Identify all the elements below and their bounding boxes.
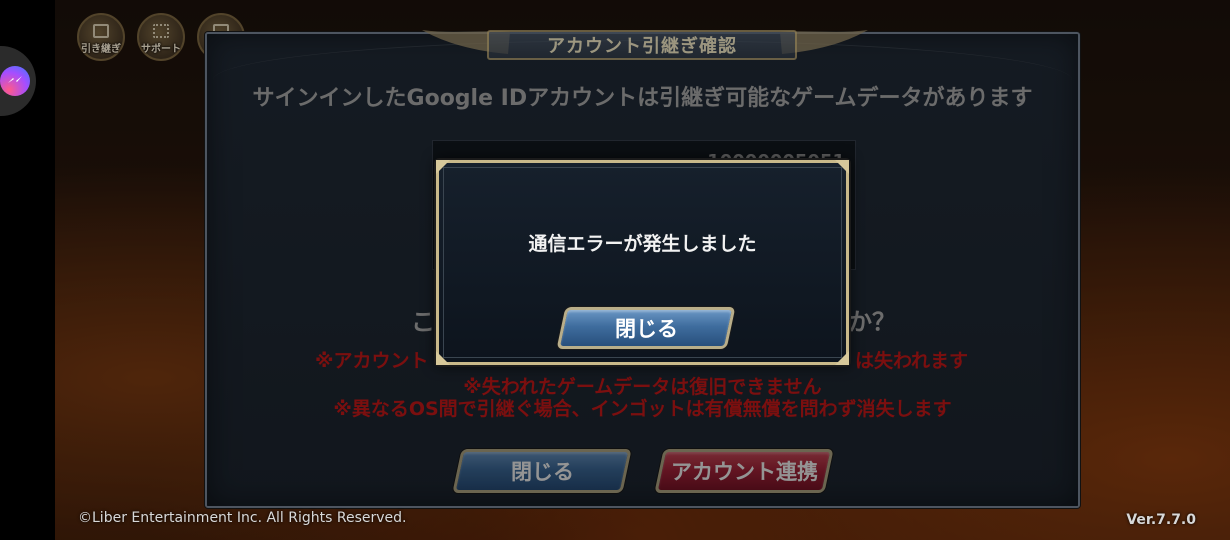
question-text-end: か？ xyxy=(848,308,896,336)
warning-line-3: ※異なるOS間で引継ぐ場合、インゴットは有償無償を問わず消失します xyxy=(333,398,952,420)
transfer-menu-label: 引き継ぎ xyxy=(81,44,121,55)
support-menu-label: サポート xyxy=(141,44,181,55)
messenger-icon xyxy=(0,66,30,96)
left-black-bar xyxy=(0,0,55,540)
dialog-title: アカウント引継ぎ確認 xyxy=(487,30,797,60)
messenger-chat-head[interactable] xyxy=(0,46,36,116)
copyright-text: ©Liber Entertainment Inc. All Rights Res… xyxy=(78,510,407,526)
error-close-button-label: 閉じる xyxy=(614,317,678,341)
transfer-message: サインインしたGoogle IDアカウントは引継ぎ可能なゲームデータがあります xyxy=(252,86,1033,111)
account-link-button[interactable]: アカウント連携 xyxy=(654,449,834,493)
close-button-label: 閉じる xyxy=(510,460,574,484)
account-link-button-label: アカウント連携 xyxy=(670,460,818,484)
close-button[interactable]: 閉じる xyxy=(452,449,632,493)
warning-line-1-start: ※アカウント xyxy=(315,350,429,372)
dialog-title-text: アカウント引継ぎ確認 xyxy=(547,36,737,57)
transfer-icon xyxy=(93,24,109,38)
support-grid-icon xyxy=(153,24,169,38)
support-menu-button[interactable]: サポート xyxy=(137,13,185,61)
question-text-start: こ xyxy=(411,308,435,336)
warning-line-1-end: は失われます xyxy=(855,350,969,372)
transfer-menu-button[interactable]: 引き継ぎ xyxy=(77,13,125,61)
error-message: 通信エラーが発生しました xyxy=(528,233,757,255)
error-close-button[interactable]: 閉じる xyxy=(556,307,736,349)
version-text: Ver.7.7.0 xyxy=(1126,512,1196,528)
error-modal: 通信エラーが発生しました 閉じる xyxy=(436,160,849,365)
